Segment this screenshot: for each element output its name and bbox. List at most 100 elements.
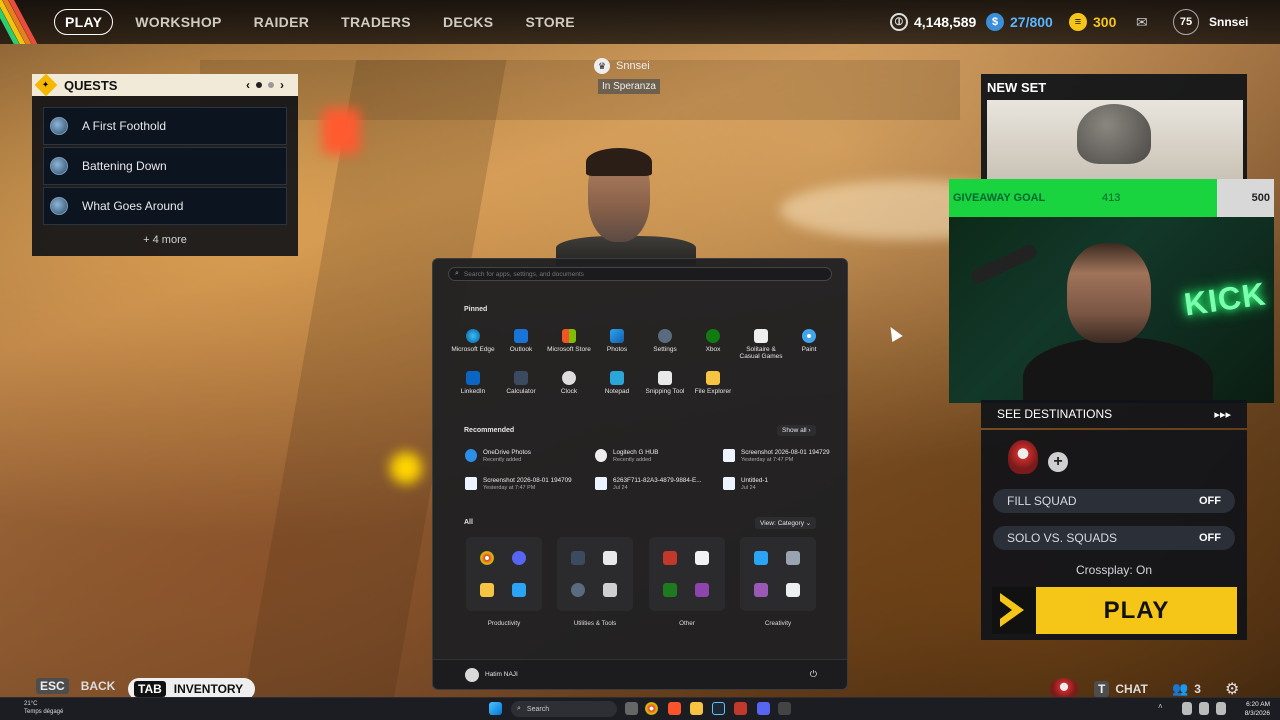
chevron-right-icon[interactable]: ›: [280, 78, 284, 92]
profile-display[interactable]: 75 Snnsei: [1173, 0, 1248, 44]
user-name[interactable]: Hatim NAJI: [485, 671, 518, 678]
chevron-left-icon[interactable]: ‹: [246, 78, 250, 92]
weather-desc: Temps dégagé: [24, 709, 64, 715]
show-all-button[interactable]: Show all ›: [777, 425, 816, 436]
recommended-item[interactable]: Logitech G HUB Recently added: [595, 449, 659, 463]
search-icon: ⌕: [517, 705, 521, 712]
fill-squad-toggle[interactable]: FILL SQUAD OFF: [993, 489, 1235, 513]
image-file-icon: [465, 477, 477, 490]
view-category-dropdown[interactable]: View: Category ⌄: [755, 517, 817, 529]
volume-icon[interactable]: [1199, 702, 1209, 715]
category-folder-other[interactable]: [649, 537, 725, 611]
pinned-app-outlook[interactable]: Outlook: [497, 329, 545, 353]
recommended-item[interactable]: Untitled-1 Jul 24: [723, 477, 768, 491]
tab-workshop[interactable]: WORKSHOP: [119, 14, 237, 30]
new-set-panel[interactable]: NEW SET: [981, 74, 1247, 184]
xbox-icon: [706, 329, 720, 343]
globe-icon: [50, 117, 68, 135]
discord-icon[interactable]: [757, 702, 770, 715]
crown-icon: ♛: [594, 58, 610, 74]
play-button[interactable]: PLAY: [992, 587, 1237, 634]
pinned-app-calculator[interactable]: Calculator: [497, 371, 545, 395]
page-dot[interactable]: [268, 82, 274, 88]
squad-avatar[interactable]: [1008, 440, 1038, 474]
quest-item[interactable]: Battening Down: [43, 147, 287, 185]
pinned-app-store[interactable]: Microsoft Store: [545, 329, 593, 353]
tab-decks[interactable]: DECKS: [427, 14, 510, 30]
character-model: [556, 148, 696, 266]
taskbar-search[interactable]: ⌕ Search: [511, 701, 617, 717]
pinned-app-edge[interactable]: Microsoft Edge: [449, 329, 497, 353]
quest-label: Battening Down: [82, 159, 167, 173]
start-search-box[interactable]: ⌕: [448, 267, 832, 281]
tab-raider[interactable]: RAIDER: [238, 14, 325, 30]
tab-play[interactable]: PLAY: [54, 9, 114, 35]
coins-display: ⦶ 4,148,589: [890, 0, 976, 44]
quest-item[interactable]: What Goes Around: [43, 187, 287, 225]
player-name: Snnsei: [616, 60, 650, 72]
category-folder-creativity[interactable]: [740, 537, 816, 611]
add-squad-member-button[interactable]: +: [1048, 452, 1068, 472]
image-file-icon: [595, 477, 607, 490]
tab-traders[interactable]: TRADERS: [325, 14, 427, 30]
tab-store[interactable]: STORE: [509, 14, 590, 30]
esc-key: ESC: [36, 678, 69, 694]
new-set-image: [987, 100, 1243, 180]
photos-icon: [610, 329, 624, 343]
network-icon[interactable]: [1182, 702, 1192, 715]
pinned-app-xbox[interactable]: Xbox: [689, 329, 737, 353]
back-button[interactable]: ESC BACK: [36, 678, 115, 694]
task-view-icon[interactable]: [625, 702, 638, 715]
see-destinations-button[interactable]: SEE DESTINATIONS ▸▸▸: [981, 400, 1247, 428]
t-key: T: [1094, 681, 1110, 697]
weather-widget[interactable]: 21°C Temps dégagé: [10, 700, 63, 716]
game-logo[interactable]: [0, 0, 46, 44]
category-label: Creativity: [764, 620, 792, 627]
mouse-cursor-icon: [885, 323, 903, 343]
mail-button[interactable]: ✉: [1136, 0, 1148, 44]
recommended-item[interactable]: Screenshot 2026-08-01 194709 Yesterday at…: [465, 477, 572, 491]
background-light-red: [322, 108, 360, 154]
image-file-icon: [723, 477, 735, 490]
pinned-app-photos[interactable]: Photos: [593, 329, 641, 353]
background-light-yellow: [390, 452, 422, 484]
category-folder-productivity[interactable]: [466, 537, 542, 611]
brave-icon[interactable]: [668, 702, 681, 715]
start-search-input[interactable]: [463, 270, 764, 278]
page-dot-active[interactable]: [256, 82, 262, 88]
battery-icon[interactable]: [1216, 702, 1226, 715]
tray-chevron-icon[interactable]: ˄: [1158, 702, 1166, 715]
steam-icon[interactable]: [712, 702, 725, 715]
solo-vs-squads-toggle[interactable]: SOLO VS. SQUADS OFF: [993, 526, 1235, 550]
user-avatar[interactable]: [465, 667, 479, 682]
app-icon[interactable]: [778, 702, 791, 715]
friends-count: 3: [1194, 682, 1201, 696]
quest-item[interactable]: A First Foothold: [43, 107, 287, 145]
pinned-app-explorer[interactable]: File Explorer: [689, 371, 737, 395]
file-explorer-icon[interactable]: [690, 702, 703, 715]
recommended-item[interactable]: 6263F711-82A3-4879-9884-E... Jul 24: [595, 477, 701, 491]
username: Snnsei: [1209, 15, 1249, 29]
giveaway-current: 413: [1102, 192, 1121, 204]
recommended-item[interactable]: Screenshot 2026-08-01 194729 Yesterday at…: [723, 449, 830, 463]
voicemeeter-icon[interactable]: [734, 702, 747, 715]
windows-start-icon[interactable]: [489, 702, 502, 715]
play-chevron-icon: [992, 587, 1036, 634]
pinned-app-linkedin[interactable]: LinkedIn: [449, 371, 497, 395]
background-structure-top: [200, 60, 960, 120]
quests-more-link[interactable]: + 4 more: [32, 234, 298, 246]
pinned-app-clock[interactable]: Clock: [545, 371, 593, 395]
category-label: Utilities & Tools: [573, 620, 617, 627]
gear-icon: ⚙: [1225, 681, 1240, 698]
recommended-item[interactable]: OneDrive Photos Recently added: [465, 449, 531, 463]
pinned-app-snipping[interactable]: Snipping Tool: [641, 371, 689, 395]
taskbar-clock[interactable]: 6:20 AM 8/3/2026: [1230, 700, 1270, 718]
pinned-app-notepad[interactable]: Notepad: [593, 371, 641, 395]
pinned-app-paint[interactable]: Paint: [785, 329, 833, 353]
category-folder-utilities[interactable]: [557, 537, 633, 611]
chrome-icon[interactable]: [645, 702, 658, 715]
power-icon[interactable]: ⏻: [810, 669, 817, 680]
pinned-app-solitaire[interactable]: Solitaire & Casual Games: [737, 329, 785, 360]
play-button-label: PLAY: [1103, 596, 1170, 624]
pinned-app-settings[interactable]: Settings: [641, 329, 689, 353]
